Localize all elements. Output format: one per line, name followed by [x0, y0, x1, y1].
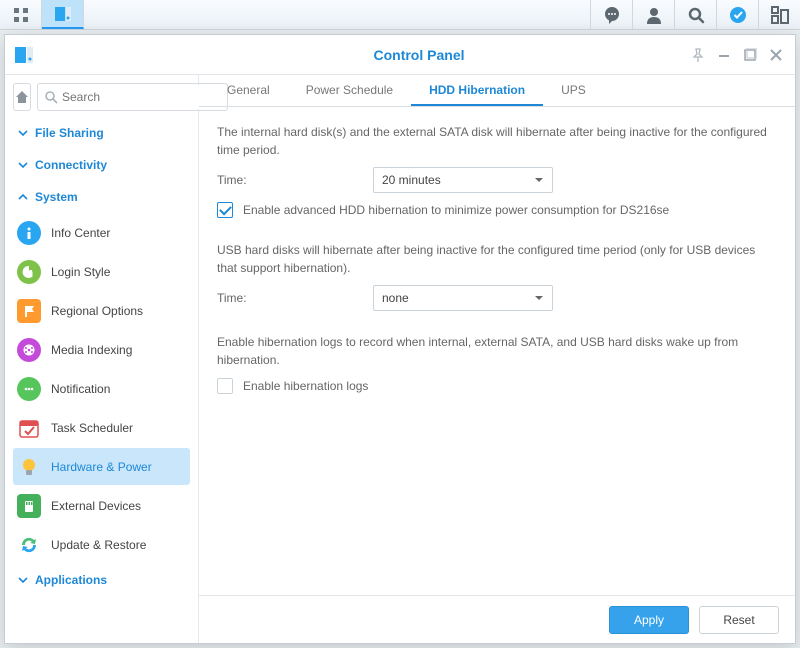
palette-icon [17, 260, 41, 284]
sidebar-item-label: Update & Restore [51, 538, 146, 552]
sidebar-item-regional-options[interactable]: Regional Options [13, 292, 190, 329]
sidebar-item-label: Info Center [51, 226, 110, 240]
apply-button[interactable]: Apply [609, 606, 689, 634]
sync-icon [17, 533, 41, 557]
sidebar-item-info-center[interactable]: Info Center [13, 214, 190, 251]
nav-section-label: File Sharing [35, 126, 104, 140]
taskbar-app-controlpanel[interactable] [42, 0, 84, 29]
taskbar-search-icon[interactable] [674, 0, 716, 29]
nav-section-applications[interactable]: Applications [13, 564, 190, 596]
sidebar-item-external-devices[interactable]: External Devices [13, 487, 190, 524]
hibernation-logs-label: Enable hibernation logs [243, 377, 368, 395]
tab-general[interactable]: General [209, 75, 288, 106]
film-icon [17, 338, 41, 362]
bulb-icon [17, 455, 41, 479]
settings-panel: The internal hard disk(s) and the extern… [199, 107, 795, 595]
home-button[interactable] [13, 83, 31, 111]
window-titlebar: Control Panel [5, 35, 795, 75]
chevron-down-icon [534, 293, 544, 303]
internal-time-select[interactable]: 20 minutes [373, 167, 553, 193]
usb-desc: USB hard disks will hibernate after bein… [217, 241, 777, 277]
taskbar-widgets-icon[interactable] [758, 0, 800, 29]
chevron-down-icon [17, 160, 29, 170]
sidebar-item-label: Notification [51, 382, 110, 396]
taskbar-user-icon[interactable] [632, 0, 674, 29]
nav-section-label: System [35, 190, 78, 204]
time-label: Time: [217, 289, 373, 307]
tab-bar: General Power Schedule HDD Hibernation U… [199, 75, 795, 107]
chevron-down-icon [17, 128, 29, 138]
search-input[interactable] [58, 85, 221, 109]
tab-ups[interactable]: UPS [543, 75, 604, 106]
taskbar-chat-icon[interactable] [590, 0, 632, 29]
sidebar-item-label: Media Indexing [51, 343, 132, 357]
footer: Apply Reset [199, 595, 795, 643]
sidebar-item-hardware-power[interactable]: Hardware & Power [13, 448, 190, 485]
flag-icon [17, 299, 41, 323]
sidebar-item-task-scheduler[interactable]: Task Scheduler [13, 409, 190, 446]
sidebar-item-update-restore[interactable]: Update & Restore [13, 526, 190, 563]
sidebar-item-media-indexing[interactable]: Media Indexing [13, 331, 190, 368]
usb-time-select[interactable]: none [373, 285, 553, 311]
maximize-icon[interactable] [737, 42, 763, 68]
pin-icon[interactable] [685, 42, 711, 68]
select-value: none [382, 289, 409, 307]
sidebar-item-notification[interactable]: Notification [13, 370, 190, 407]
chevron-down-icon [17, 575, 29, 585]
sidebar-item-label: Regional Options [51, 304, 143, 318]
sidebar-item-label: External Devices [51, 499, 141, 513]
sidebar: File Sharing Connectivity System Info Ce… [5, 75, 199, 643]
time-label: Time: [217, 171, 373, 189]
nav-section-label: Connectivity [35, 158, 107, 172]
control-panel-window: Control Panel File Sharing [4, 34, 796, 644]
minimize-icon[interactable] [711, 42, 737, 68]
reset-button[interactable]: Reset [699, 606, 779, 634]
window-app-icon [5, 46, 43, 64]
logs-desc: Enable hibernation logs to record when i… [217, 333, 777, 369]
nav-section-filesharing[interactable]: File Sharing [13, 117, 190, 149]
chevron-down-icon [534, 175, 544, 185]
advanced-hibernation-row[interactable]: Enable advanced HDD hibernation to minim… [217, 201, 777, 219]
tab-hdd-hibernation[interactable]: HDD Hibernation [411, 75, 543, 106]
chat-icon [17, 377, 41, 401]
internal-desc: The internal hard disk(s) and the extern… [217, 123, 777, 159]
taskbar-apps-button[interactable] [0, 0, 42, 29]
sidebar-item-login-style[interactable]: Login Style [13, 253, 190, 290]
advanced-hibernation-label: Enable advanced HDD hibernation to minim… [243, 201, 669, 219]
nav-section-connectivity[interactable]: Connectivity [13, 149, 190, 181]
main-panel: General Power Schedule HDD Hibernation U… [199, 75, 795, 643]
nav-section-system[interactable]: System [13, 181, 190, 213]
sdcard-icon [17, 494, 41, 518]
sidebar-item-label: Hardware & Power [51, 460, 152, 474]
tab-power-schedule[interactable]: Power Schedule [288, 75, 411, 106]
close-icon[interactable] [763, 42, 789, 68]
window-title: Control Panel [43, 47, 795, 63]
advanced-hibernation-checkbox[interactable] [217, 202, 233, 218]
calendar-icon [17, 416, 41, 440]
info-icon [17, 221, 41, 245]
search-icon [44, 90, 58, 104]
nav-section-label: Applications [35, 573, 107, 587]
hibernation-logs-checkbox[interactable] [217, 378, 233, 394]
sidebar-item-label: Task Scheduler [51, 421, 133, 435]
chevron-up-icon [17, 192, 29, 202]
taskbar-status-icon[interactable] [716, 0, 758, 29]
sidebar-item-label: Login Style [51, 265, 110, 279]
taskbar-left [0, 0, 84, 29]
taskbar-right [590, 0, 800, 29]
select-value: 20 minutes [382, 171, 441, 189]
system-taskbar [0, 0, 800, 30]
hibernation-logs-row[interactable]: Enable hibernation logs [217, 377, 777, 395]
